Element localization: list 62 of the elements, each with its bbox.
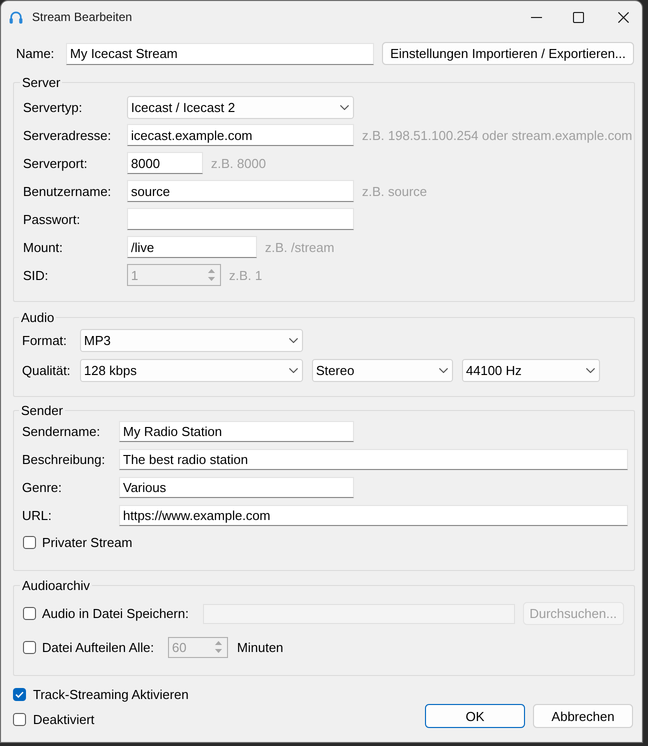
chevron-down-icon — [289, 338, 298, 343]
dialog-button[interactable]: Abbrechen — [533, 704, 633, 728]
dropdown[interactable]: MP3 — [80, 329, 303, 352]
hint-text: z.B. /stream — [265, 240, 334, 254]
text-field[interactable]: /live — [127, 236, 257, 258]
window-title: Stream Bearbeiten — [32, 10, 132, 24]
group-title: Sender — [20, 403, 64, 418]
checkmark-icon — [15, 690, 24, 698]
field-label: Qualität: — [22, 363, 71, 378]
text-field[interactable]: source — [127, 180, 354, 202]
dialog-button[interactable]: OK — [425, 704, 525, 728]
field-label: Servertyp: — [23, 100, 84, 114]
checkbox-label: Privater Stream — [42, 534, 132, 550]
checkbox-label: Audio in Datei Speichern: — [42, 606, 189, 621]
chevron-down-icon — [439, 368, 448, 373]
hint-text: z.B. 198.51.100.254 oder stream.example.com — [362, 128, 632, 142]
checkbox[interactable] — [23, 536, 36, 548]
field-label: Benutzername: — [23, 184, 112, 198]
field-label: Mount: — [23, 240, 64, 254]
field-label: Serverport: — [23, 156, 88, 170]
group-title: Audioarchiv — [21, 578, 91, 593]
text-field[interactable]: The best radio station — [119, 449, 628, 470]
dropdown[interactable]: 44100 Hz — [462, 359, 600, 382]
hint-text: z.B. 1 — [229, 268, 262, 282]
minimize-icon[interactable] — [531, 16, 542, 18]
field-label: SID: — [23, 268, 50, 282]
text-field[interactable]: icecast.example.com — [127, 124, 354, 146]
text-field[interactable]: My Radio Station — [119, 421, 354, 442]
field-label: URL: — [22, 508, 53, 523]
checkbox[interactable] — [13, 688, 26, 700]
text-field[interactable]: Various — [119, 477, 354, 498]
field-label: Genre: — [22, 480, 63, 495]
field-label: Sendername: — [22, 424, 102, 439]
text-field[interactable]: 8000 — [127, 152, 203, 174]
text-field[interactable]: My Icecast Stream — [66, 42, 374, 64]
field-label: Name: — [16, 46, 56, 61]
checkbox-label: Datei Aufteilen Alle: — [42, 640, 154, 654]
headphones-icon — [9, 10, 23, 24]
chevron-down-icon — [586, 368, 595, 373]
field-label: Serveradresse: — [23, 128, 112, 142]
field-label: Format: — [22, 333, 68, 348]
checkbox-label: Track-Streaming Aktivieren — [33, 686, 189, 702]
dropdown[interactable]: Icecast / Icecast 2 — [127, 96, 354, 118]
checkbox[interactable] — [13, 712, 26, 726]
dropdown[interactable]: 128 kbps — [80, 359, 303, 382]
group-title: Audio — [20, 310, 56, 325]
close-icon[interactable] — [618, 12, 629, 22]
text-field[interactable] — [127, 208, 354, 230]
field-label: Beschreibung: — [22, 452, 106, 467]
field-label: Passwort: — [23, 212, 82, 226]
chevron-down-icon — [340, 104, 349, 110]
text-field[interactable]: https://www.example.com — [119, 505, 628, 526]
hint-text: z.B. source — [362, 184, 428, 198]
import-export-button[interactable]: Einstellungen Importieren / Exportieren... — [382, 42, 634, 65]
group-title: Server — [21, 75, 62, 90]
maximize-icon[interactable] — [573, 12, 584, 22]
checkbox[interactable] — [23, 607, 36, 620]
dropdown[interactable]: Stereo — [312, 359, 453, 382]
unit-label: Minuten — [237, 640, 284, 654]
chevron-down-icon — [289, 368, 298, 373]
hint-text: z.B. 8000 — [211, 156, 266, 170]
checkbox-label: Deaktiviert — [33, 712, 94, 726]
